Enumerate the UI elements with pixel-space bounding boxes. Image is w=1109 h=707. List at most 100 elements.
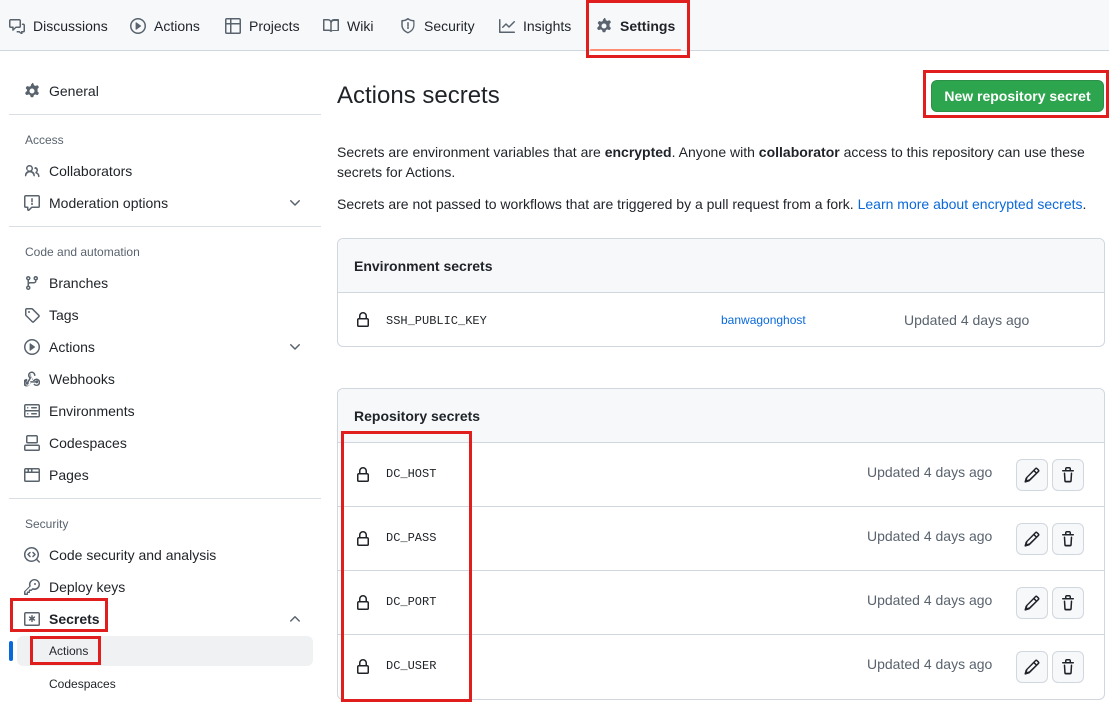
sidebar-item-code-security[interactable]: Code security and analysis — [17, 540, 313, 570]
table-icon — [225, 17, 241, 34]
secret-name: SSH_PUBLIC_KEY — [386, 314, 487, 328]
pencil-icon — [1024, 531, 1040, 547]
chevron-down-icon — [290, 200, 300, 206]
edit-secret-button[interactable] — [1016, 587, 1048, 619]
sidebar-item-label: Collaborators — [49, 163, 133, 179]
table-row: SSH_PUBLIC_KEY banwagonghost Updated 4 d… — [338, 293, 1104, 346]
new-repository-secret-button[interactable]: New repository secret — [931, 80, 1104, 112]
sidebar-item-label: General — [49, 83, 99, 99]
delete-secret-button[interactable] — [1052, 459, 1084, 491]
sidebar-heading-security: Security — [25, 517, 69, 531]
lock-icon — [357, 467, 369, 482]
shield-icon — [401, 17, 415, 33]
sidebar-item-label: Branches — [49, 275, 109, 291]
git-branch-icon — [26, 275, 38, 291]
sidebar-item-deploy-keys[interactable]: Deploy keys — [17, 572, 313, 602]
pencil-icon — [1024, 659, 1040, 675]
tab-settings[interactable]: Settings — [589, 0, 682, 51]
updated-time: Updated 4 days ago — [867, 592, 993, 608]
chevron-down-icon — [290, 344, 300, 350]
delete-secret-button[interactable] — [1052, 587, 1084, 619]
webhook-icon — [24, 371, 40, 387]
tab-label: Insights — [523, 17, 572, 34]
graph-icon — [499, 18, 515, 33]
sidebar-item-label: Code security and analysis — [49, 547, 217, 563]
comment-discussion-icon — [9, 18, 25, 34]
secret-name: DC_PORT — [386, 595, 437, 609]
sidebar-item-label: Moderation options — [49, 195, 169, 211]
sidebar-divider — [9, 226, 321, 227]
trash-icon — [1062, 531, 1074, 547]
tab-security[interactable]: Security — [400, 0, 475, 51]
chevron-up-icon — [290, 616, 300, 622]
table-row: DC_PORT Updated 4 days ago — [338, 571, 1104, 635]
repository-secrets-box: Repository secrets DC_HOST Updated 4 day… — [337, 388, 1105, 700]
sidebar-item-label: Secrets — [49, 611, 100, 627]
sidebar-item-label: Pages — [49, 467, 89, 483]
sidebar-item-moderation[interactable]: Moderation options — [17, 188, 313, 218]
sidebar-subitem-secrets-actions[interactable]: Actions — [9, 636, 313, 666]
sidebar-item-label: Deploy keys — [49, 579, 126, 595]
codescan-icon — [24, 547, 40, 563]
gear-icon — [25, 83, 39, 98]
server-icon — [24, 404, 40, 418]
sidebar-divider — [9, 498, 321, 499]
environment-link[interactable]: banwagonghost — [721, 313, 806, 327]
sidebar-divider — [9, 114, 321, 115]
sidebar-item-pages[interactable]: Pages — [17, 460, 313, 490]
sidebar-heading-access: Access — [25, 133, 64, 147]
lock-icon — [357, 595, 369, 610]
tab-label: Discussions — [33, 17, 108, 34]
tab-wiki[interactable]: Wiki — [323, 0, 373, 51]
sidebar-item-collaborators[interactable]: Collaborators — [17, 156, 313, 186]
sidebar-item-branches[interactable]: Branches — [17, 268, 313, 298]
learn-more-link[interactable]: Learn more about encrypted secrets — [858, 196, 1083, 212]
tab-label: Wiki — [347, 17, 374, 34]
sidebar-item-tags[interactable]: Tags — [17, 300, 313, 330]
secret-name: DC_PASS — [386, 531, 437, 545]
sidebar-item-label: Webhooks — [49, 371, 115, 387]
sidebar-item-label: Tags — [49, 307, 79, 323]
updated-time: Updated 4 days ago — [867, 528, 993, 544]
edit-secret-button[interactable] — [1016, 651, 1048, 683]
sidebar-subitem-label: Actions — [49, 644, 89, 658]
people-icon — [24, 164, 40, 178]
tab-actions[interactable]: Actions — [130, 0, 200, 51]
sidebar-subitem-label: Codespaces — [49, 677, 116, 691]
repository-secrets-heading: Repository secrets — [338, 389, 1104, 443]
delete-secret-button[interactable] — [1052, 523, 1084, 555]
environment-secrets-heading: Environment secrets — [338, 239, 1104, 293]
codespaces-icon — [24, 435, 40, 451]
sidebar-item-secrets[interactable]: Secrets — [17, 604, 313, 634]
report-icon — [24, 195, 40, 211]
tab-projects[interactable]: Projects — [225, 0, 300, 51]
play-icon — [130, 17, 146, 34]
sidebar-item-environments[interactable]: Environments — [17, 396, 313, 426]
pencil-icon — [1024, 467, 1040, 483]
tab-discussions[interactable]: Discussions — [9, 0, 108, 51]
sidebar-subitem-secrets-codespaces[interactable]: Codespaces — [17, 669, 313, 699]
sidebar-heading-code: Code and automation — [25, 245, 140, 259]
play-icon — [24, 339, 40, 355]
key-icon — [24, 579, 40, 595]
secret-name: DC_HOST — [386, 467, 437, 481]
page-title: Actions secrets — [337, 82, 500, 109]
sidebar-item-general[interactable]: General — [17, 76, 313, 106]
sidebar-item-codespaces[interactable]: Codespaces — [17, 428, 313, 458]
browser-icon — [24, 468, 40, 482]
delete-secret-button[interactable] — [1052, 651, 1084, 683]
table-row: DC_USER Updated 4 days ago — [338, 635, 1104, 699]
sidebar-item-webhooks[interactable]: Webhooks — [17, 364, 313, 394]
tab-insights[interactable]: Insights — [499, 0, 571, 51]
tab-label: Security — [424, 17, 475, 34]
edit-secret-button[interactable] — [1016, 523, 1048, 555]
sidebar-item-actions[interactable]: Actions — [17, 332, 313, 362]
pencil-icon — [1024, 595, 1040, 611]
edit-secret-button[interactable] — [1016, 459, 1048, 491]
secret-name: DC_USER — [386, 659, 437, 673]
table-row: DC_HOST Updated 4 days ago — [338, 443, 1104, 507]
trash-icon — [1062, 467, 1074, 483]
lock-icon — [357, 312, 369, 327]
lock-icon — [357, 659, 369, 674]
sidebar-item-label: Codespaces — [49, 435, 127, 451]
